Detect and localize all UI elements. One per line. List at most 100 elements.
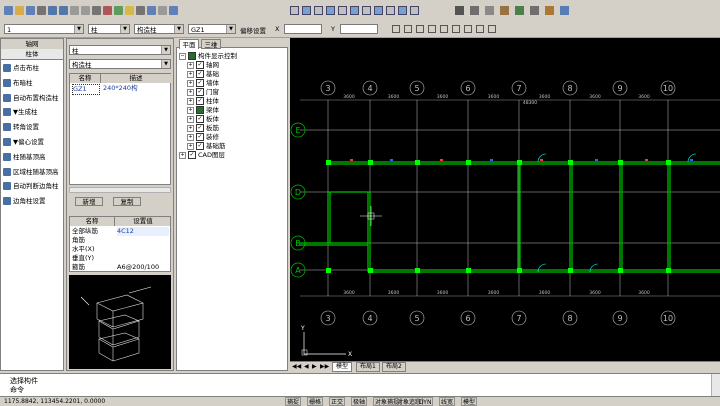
pan-icon[interactable] [470,6,479,15]
tree-item-9[interactable]: + ✓ 基础筋 [187,142,226,151]
checkbox-icon[interactable]: ✓ [196,70,204,78]
member-category-select[interactable]: 柱 ▼ [69,45,171,55]
expand-icon[interactable]: + [187,115,194,123]
member-select[interactable]: GZ1 ▼ [188,24,236,34]
tab-3d[interactable]: 三维 [201,39,221,49]
cut-icon[interactable] [103,6,112,15]
nav-item-7[interactable]: 区域柱随基顶高 [3,165,59,179]
checkbox-icon[interactable]: ✓ [188,151,196,159]
collapse-icon[interactable]: − [179,52,186,60]
tree-item-4[interactable]: + ✓ 柱体 [187,97,219,106]
prop-value[interactable]: 4C12 [117,227,169,236]
checkbox-icon[interactable]: ✓ [196,133,204,141]
layer-table-icon[interactable] [560,6,569,15]
extend-icon[interactable] [386,6,395,15]
expand-icon[interactable]: + [187,133,194,141]
y-input[interactable] [340,24,378,34]
member-type-select[interactable]: 构造柱 ▼ [69,59,171,69]
tree-item-0[interactable]: + ✓ 轴网 [187,61,219,70]
nav-item-5[interactable]: ▼偏心设置 [3,135,44,149]
tab-layout1[interactable]: 布局1 [356,362,380,372]
expand-icon[interactable]: + [187,106,194,114]
expand-icon[interactable]: + [187,124,194,132]
select-icon[interactable] [290,6,299,15]
nav-item-2[interactable]: 自动布置构造柱 [3,91,59,105]
expand-icon[interactable]: + [187,97,194,105]
snap-icon[interactable] [392,25,400,33]
calc-icon[interactable] [147,6,156,15]
tree-item-1[interactable]: + ✓ 基础 [187,70,219,79]
member-row-desc[interactable]: 240*240构 [103,84,169,93]
nav-first-icon[interactable]: ◀◀ [292,363,301,370]
checkbox-icon[interactable]: ✓ [196,124,204,132]
nav-item-4[interactable]: 转角设置 [3,120,39,134]
tree-item-8[interactable]: + ✓ 装修 [187,133,219,142]
command-scrollbar[interactable] [711,374,720,396]
checkbox-icon[interactable] [188,52,196,60]
prop-value[interactable]: A6@200/100 [117,263,169,271]
undo-icon[interactable] [48,6,57,15]
align-icon[interactable] [410,6,419,15]
nav-item-9[interactable]: 边角柱设置 [3,194,46,208]
expand-icon[interactable]: + [179,151,186,159]
checkbox-icon[interactable]: ✓ [196,79,204,87]
zoom-icon[interactable] [485,6,494,15]
command-prompt[interactable]: 命令 [10,385,24,395]
polar-icon[interactable] [428,25,436,33]
layer-icon[interactable] [114,6,123,15]
tab-layout2[interactable]: 布局2 [382,362,406,372]
paste-icon[interactable] [81,6,90,15]
grid-icon[interactable] [404,25,412,33]
checkbox-icon[interactable]: ✓ [196,61,204,69]
x-input[interactable] [284,24,322,34]
member-row-name[interactable]: GZ1 [72,84,100,95]
tree-item-2[interactable]: + ✓ 墙体 [187,79,219,88]
tree-item-7[interactable]: + ✓ 板筋 [187,124,219,133]
command-area[interactable]: 选择构件 命令 [0,373,720,396]
tab-plan[interactable]: 平面 [179,39,199,49]
nav-next-icon[interactable]: ▶ [312,363,317,370]
redo-icon[interactable] [59,6,68,15]
dyn-icon[interactable] [452,25,460,33]
tree-item-5[interactable]: + 梁体 [187,106,219,115]
trim-icon[interactable] [374,6,383,15]
expand-icon[interactable]: + [187,142,194,150]
lineweight-icon[interactable] [464,25,472,33]
expand-icon[interactable]: + [187,88,194,96]
rotate-icon[interactable] [350,6,359,15]
floor-select[interactable]: 1 ▼ [4,24,84,34]
find-icon[interactable] [92,6,101,15]
tree-root[interactable]: − 构件显示控制 [179,52,237,61]
nav-header-column[interactable]: 柱体 [1,49,63,60]
nav-item-1[interactable]: 布暗柱 [3,76,33,90]
zoom-window-icon[interactable] [500,6,509,15]
delete-icon[interactable] [338,6,347,15]
view-icon[interactable] [169,6,178,15]
expand-icon[interactable]: + [187,79,194,87]
zoom-extent-icon[interactable] [515,6,524,15]
model-icon[interactable] [476,25,484,33]
nav-prev-icon[interactable]: ◀ [304,363,309,370]
copy-button[interactable]: 复制 [113,197,141,206]
help-icon[interactable] [488,25,496,33]
cad-viewport[interactable]: 3 4 5 6 7 8 9 10 3 4 5 6 7 8 9 10 E D B A 3600 3600 3600 3600 36… [290,38,720,361]
mirror-icon[interactable] [314,6,323,15]
category-select[interactable]: 柱 ▼ [88,24,130,34]
expand-icon[interactable]: + [187,70,194,78]
type-select[interactable]: 构造柱 ▼ [134,24,184,34]
break-icon[interactable] [398,6,407,15]
checkbox-icon[interactable]: ✓ [196,115,204,123]
move-icon[interactable] [326,6,335,15]
measure-icon[interactable] [530,6,539,15]
tree-item-cad[interactable]: + ✓ CAD图层 [179,151,225,160]
checkbox-icon[interactable]: ✓ [196,97,204,105]
nav-item-3[interactable]: ▼生成柱 [3,105,38,119]
tab-model[interactable]: 模型 [332,362,353,372]
nav-item-8[interactable]: 自动判断边角柱 [3,179,59,193]
stretch-icon[interactable] [362,6,371,15]
binoculars-icon[interactable] [455,6,464,15]
scroll-track[interactable] [69,187,171,193]
copy-icon[interactable] [70,6,79,15]
expand-icon[interactable]: + [187,61,194,69]
nav-item-6[interactable]: 柱随基顶高 [3,150,46,164]
